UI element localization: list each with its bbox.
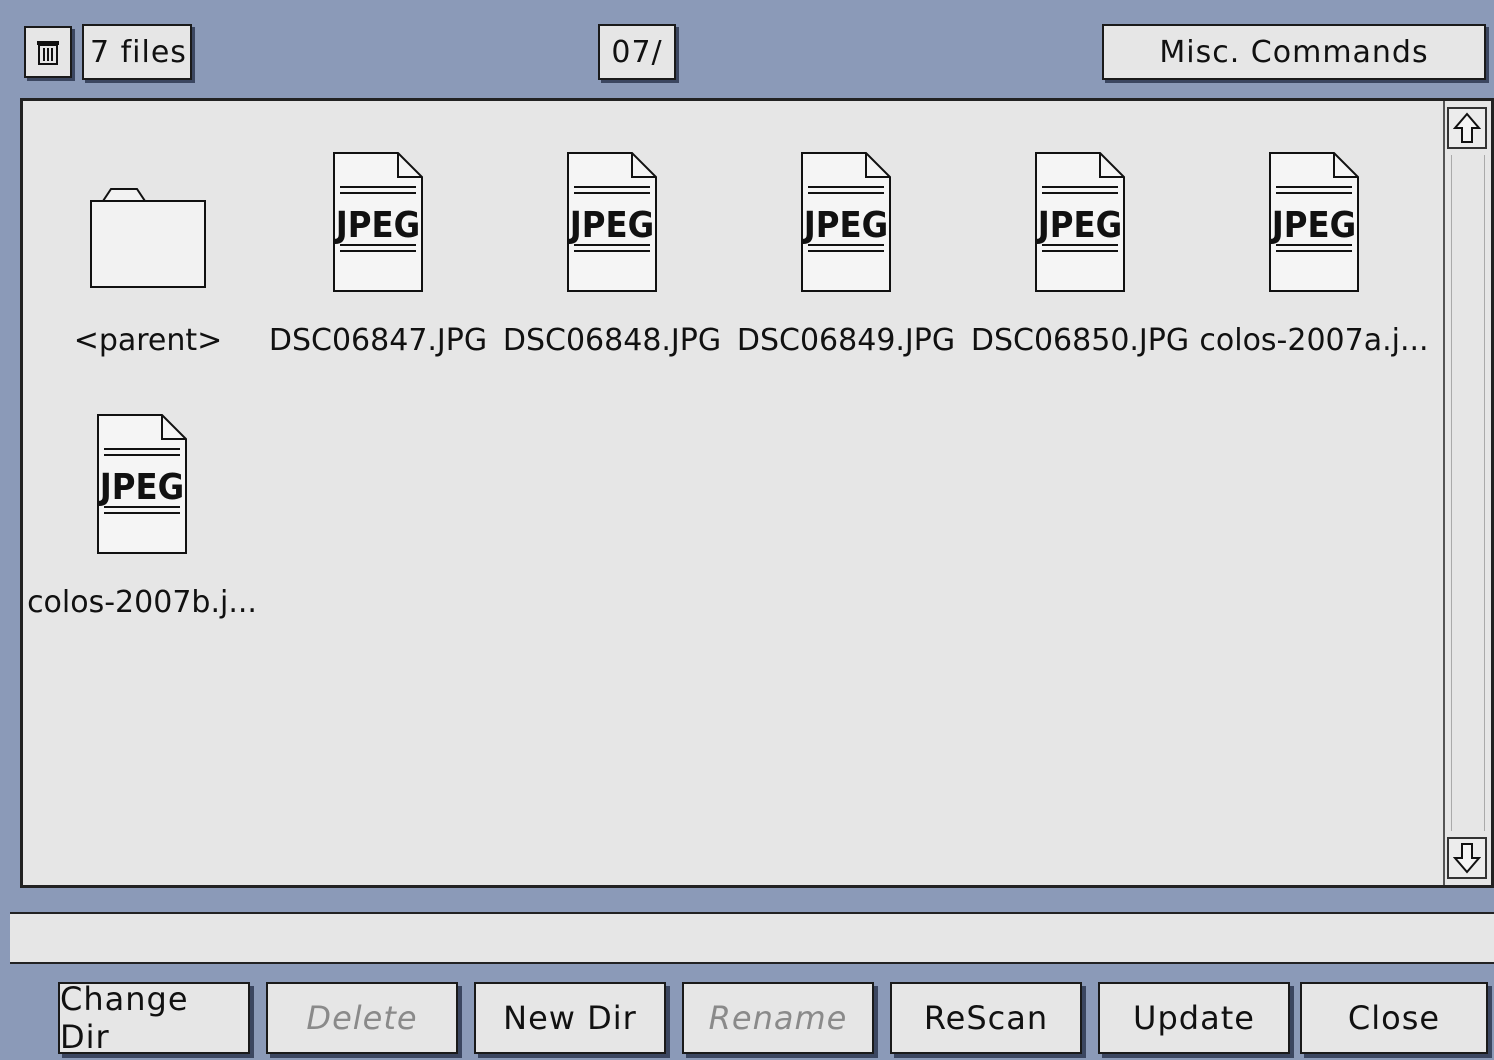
jpeg-file-icon: JPEG [567, 152, 657, 292]
jpeg-file-icon: JPEG [333, 152, 423, 292]
svg-text:JPEG: JPEG [802, 205, 888, 246]
file-item-jpeg[interactable]: JPEG colos-2007a.j... [1199, 151, 1429, 358]
file-item-parent[interactable]: <parent> [33, 151, 263, 358]
file-label: DSC06849.JPG [736, 323, 956, 358]
jpeg-file-icon: JPEG [97, 414, 187, 554]
status-bar [10, 912, 1494, 964]
file-pane[interactable]: <parent> JPEG DSC06847.JPG JPEG DSC06848… [20, 98, 1494, 888]
close-button[interactable]: Close [1300, 982, 1488, 1054]
svg-text:JPEG: JPEG [1270, 205, 1356, 246]
file-label: DSC06847.JPG [268, 323, 488, 358]
arrow-down-icon[interactable] [1447, 837, 1487, 879]
jpeg-file-icon: JPEG [801, 152, 891, 292]
scroll-track[interactable] [1451, 155, 1485, 831]
file-count: 7 files [82, 24, 192, 80]
file-label: colos-2007a.j... [1199, 323, 1429, 358]
file-item-jpeg[interactable]: JPEG colos-2007b.j... [27, 413, 257, 620]
file-label: DSC06848.JPG [502, 323, 722, 358]
delete-button[interactable]: Delete [266, 982, 458, 1054]
file-label: colos-2007b.j... [27, 585, 257, 620]
file-item-jpeg[interactable]: JPEG DSC06847.JPG [263, 151, 493, 358]
rename-button[interactable]: Rename [682, 982, 874, 1054]
toolbar: 7 files 07/ Misc. Commands [0, 0, 1494, 100]
rescan-button[interactable]: ReScan [890, 982, 1082, 1054]
trash-icon[interactable] [24, 26, 72, 78]
svg-text:JPEG: JPEG [98, 467, 184, 508]
file-item-jpeg[interactable]: JPEG DSC06850.JPG [965, 151, 1195, 358]
file-label: <parent> [73, 323, 223, 358]
file-item-jpeg[interactable]: JPEG DSC06849.JPG [731, 151, 961, 358]
file-label: DSC06850.JPG [970, 323, 1190, 358]
misc-commands-button[interactable]: Misc. Commands [1102, 24, 1486, 80]
jpeg-file-icon: JPEG [1269, 152, 1359, 292]
vertical-scrollbar[interactable] [1443, 101, 1491, 885]
jpeg-file-icon: JPEG [1035, 152, 1125, 292]
folder-icon [90, 188, 206, 288]
update-button[interactable]: Update [1098, 982, 1290, 1054]
change-dir-button[interactable]: Change Dir [58, 980, 250, 1056]
svg-text:JPEG: JPEG [1036, 205, 1122, 246]
new-dir-button[interactable]: New Dir [474, 982, 666, 1054]
svg-text:JPEG: JPEG [568, 205, 654, 246]
svg-text:JPEG: JPEG [334, 205, 420, 246]
arrow-up-icon[interactable] [1447, 107, 1487, 149]
path-button[interactable]: 07/ [598, 24, 676, 80]
file-item-jpeg[interactable]: JPEG DSC06848.JPG [497, 151, 727, 358]
